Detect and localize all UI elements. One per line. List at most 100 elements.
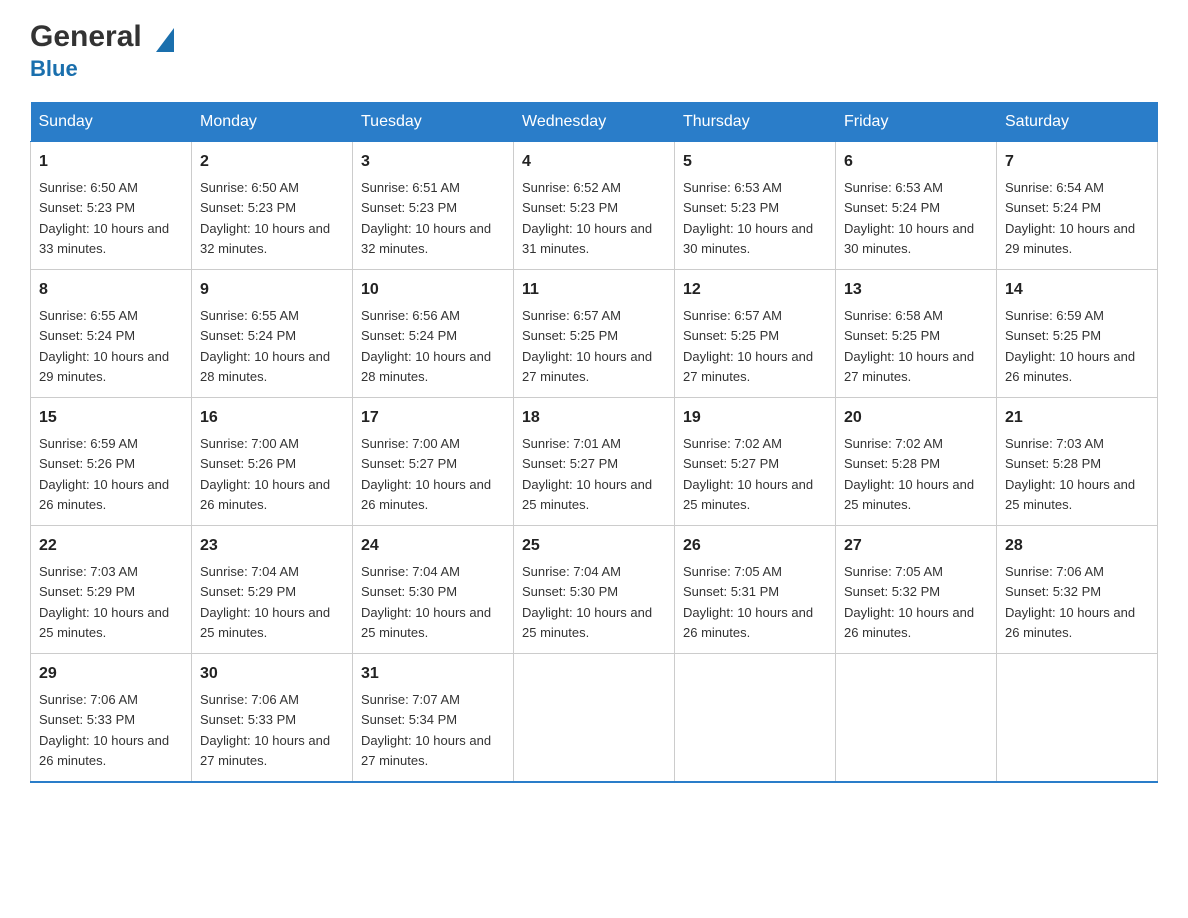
day-info: Sunrise: 7:04 AMSunset: 5:29 PMDaylight:… xyxy=(200,564,330,640)
day-header-tuesday: Tuesday xyxy=(353,103,514,142)
day-cell-5: 5 Sunrise: 6:53 AMSunset: 5:23 PMDayligh… xyxy=(675,142,836,270)
day-info: Sunrise: 6:51 AMSunset: 5:23 PMDaylight:… xyxy=(361,180,491,256)
day-number: 17 xyxy=(361,406,505,430)
day-number: 27 xyxy=(844,534,988,558)
day-info: Sunrise: 7:06 AMSunset: 5:33 PMDaylight:… xyxy=(39,692,169,768)
day-number: 29 xyxy=(39,662,183,686)
day-info: Sunrise: 7:04 AMSunset: 5:30 PMDaylight:… xyxy=(361,564,491,640)
day-info: Sunrise: 6:57 AMSunset: 5:25 PMDaylight:… xyxy=(683,308,813,384)
page-header: General Blue xyxy=(30,20,1158,82)
day-cell-31: 31 Sunrise: 7:07 AMSunset: 5:34 PMDaylig… xyxy=(353,654,514,783)
day-number: 3 xyxy=(361,150,505,174)
day-cell-20: 20 Sunrise: 7:02 AMSunset: 5:28 PMDaylig… xyxy=(836,398,997,526)
day-number: 11 xyxy=(522,278,666,302)
day-header-friday: Friday xyxy=(836,103,997,142)
day-info: Sunrise: 6:50 AMSunset: 5:23 PMDaylight:… xyxy=(39,180,169,256)
day-number: 24 xyxy=(361,534,505,558)
day-cell-19: 19 Sunrise: 7:02 AMSunset: 5:27 PMDaylig… xyxy=(675,398,836,526)
day-cell-13: 13 Sunrise: 6:58 AMSunset: 5:25 PMDaylig… xyxy=(836,270,997,398)
day-cell-29: 29 Sunrise: 7:06 AMSunset: 5:33 PMDaylig… xyxy=(31,654,192,783)
day-info: Sunrise: 6:55 AMSunset: 5:24 PMDaylight:… xyxy=(39,308,169,384)
logo: General Blue xyxy=(30,20,174,82)
day-cell-27: 27 Sunrise: 7:05 AMSunset: 5:32 PMDaylig… xyxy=(836,526,997,654)
day-header-thursday: Thursday xyxy=(675,103,836,142)
days-header-row: SundayMondayTuesdayWednesdayThursdayFrid… xyxy=(31,103,1158,142)
day-number: 15 xyxy=(39,406,183,430)
day-cell-8: 8 Sunrise: 6:55 AMSunset: 5:24 PMDayligh… xyxy=(31,270,192,398)
day-info: Sunrise: 6:50 AMSunset: 5:23 PMDaylight:… xyxy=(200,180,330,256)
day-cell-21: 21 Sunrise: 7:03 AMSunset: 5:28 PMDaylig… xyxy=(997,398,1158,526)
empty-cell xyxy=(836,654,997,783)
day-info: Sunrise: 6:55 AMSunset: 5:24 PMDaylight:… xyxy=(200,308,330,384)
day-number: 28 xyxy=(1005,534,1149,558)
day-info: Sunrise: 7:05 AMSunset: 5:31 PMDaylight:… xyxy=(683,564,813,640)
day-cell-17: 17 Sunrise: 7:00 AMSunset: 5:27 PMDaylig… xyxy=(353,398,514,526)
day-info: Sunrise: 6:53 AMSunset: 5:23 PMDaylight:… xyxy=(683,180,813,256)
day-cell-10: 10 Sunrise: 6:56 AMSunset: 5:24 PMDaylig… xyxy=(353,270,514,398)
day-cell-11: 11 Sunrise: 6:57 AMSunset: 5:25 PMDaylig… xyxy=(514,270,675,398)
day-info: Sunrise: 6:52 AMSunset: 5:23 PMDaylight:… xyxy=(522,180,652,256)
day-number: 16 xyxy=(200,406,344,430)
week-row-1: 1 Sunrise: 6:50 AMSunset: 5:23 PMDayligh… xyxy=(31,142,1158,270)
day-cell-6: 6 Sunrise: 6:53 AMSunset: 5:24 PMDayligh… xyxy=(836,142,997,270)
day-info: Sunrise: 6:59 AMSunset: 5:26 PMDaylight:… xyxy=(39,436,169,512)
day-number: 13 xyxy=(844,278,988,302)
day-cell-23: 23 Sunrise: 7:04 AMSunset: 5:29 PMDaylig… xyxy=(192,526,353,654)
day-number: 10 xyxy=(361,278,505,302)
day-info: Sunrise: 7:01 AMSunset: 5:27 PMDaylight:… xyxy=(522,436,652,512)
day-number: 23 xyxy=(200,534,344,558)
day-cell-3: 3 Sunrise: 6:51 AMSunset: 5:23 PMDayligh… xyxy=(353,142,514,270)
day-number: 31 xyxy=(361,662,505,686)
day-info: Sunrise: 6:58 AMSunset: 5:25 PMDaylight:… xyxy=(844,308,974,384)
day-info: Sunrise: 6:53 AMSunset: 5:24 PMDaylight:… xyxy=(844,180,974,256)
day-number: 19 xyxy=(683,406,827,430)
day-cell-12: 12 Sunrise: 6:57 AMSunset: 5:25 PMDaylig… xyxy=(675,270,836,398)
calendar-table: SundayMondayTuesdayWednesdayThursdayFrid… xyxy=(30,102,1158,783)
day-info: Sunrise: 6:59 AMSunset: 5:25 PMDaylight:… xyxy=(1005,308,1135,384)
empty-cell xyxy=(997,654,1158,783)
day-cell-25: 25 Sunrise: 7:04 AMSunset: 5:30 PMDaylig… xyxy=(514,526,675,654)
day-info: Sunrise: 7:05 AMSunset: 5:32 PMDaylight:… xyxy=(844,564,974,640)
day-number: 6 xyxy=(844,150,988,174)
day-cell-18: 18 Sunrise: 7:01 AMSunset: 5:27 PMDaylig… xyxy=(514,398,675,526)
day-info: Sunrise: 7:04 AMSunset: 5:30 PMDaylight:… xyxy=(522,564,652,640)
day-header-wednesday: Wednesday xyxy=(514,103,675,142)
day-info: Sunrise: 6:57 AMSunset: 5:25 PMDaylight:… xyxy=(522,308,652,384)
week-row-4: 22 Sunrise: 7:03 AMSunset: 5:29 PMDaylig… xyxy=(31,526,1158,654)
day-number: 21 xyxy=(1005,406,1149,430)
day-number: 14 xyxy=(1005,278,1149,302)
logo-blue-text: Blue xyxy=(30,56,78,82)
day-cell-28: 28 Sunrise: 7:06 AMSunset: 5:32 PMDaylig… xyxy=(997,526,1158,654)
day-info: Sunrise: 7:06 AMSunset: 5:33 PMDaylight:… xyxy=(200,692,330,768)
day-header-monday: Monday xyxy=(192,103,353,142)
day-cell-24: 24 Sunrise: 7:04 AMSunset: 5:30 PMDaylig… xyxy=(353,526,514,654)
day-number: 25 xyxy=(522,534,666,558)
day-number: 7 xyxy=(1005,150,1149,174)
empty-cell xyxy=(514,654,675,783)
day-cell-2: 2 Sunrise: 6:50 AMSunset: 5:23 PMDayligh… xyxy=(192,142,353,270)
day-info: Sunrise: 6:56 AMSunset: 5:24 PMDaylight:… xyxy=(361,308,491,384)
day-info: Sunrise: 7:07 AMSunset: 5:34 PMDaylight:… xyxy=(361,692,491,768)
week-row-3: 15 Sunrise: 6:59 AMSunset: 5:26 PMDaylig… xyxy=(31,398,1158,526)
logo-general-text: General xyxy=(30,20,174,54)
day-info: Sunrise: 7:03 AMSunset: 5:29 PMDaylight:… xyxy=(39,564,169,640)
day-number: 2 xyxy=(200,150,344,174)
week-row-2: 8 Sunrise: 6:55 AMSunset: 5:24 PMDayligh… xyxy=(31,270,1158,398)
day-cell-26: 26 Sunrise: 7:05 AMSunset: 5:31 PMDaylig… xyxy=(675,526,836,654)
day-header-sunday: Sunday xyxy=(31,103,192,142)
day-info: Sunrise: 6:54 AMSunset: 5:24 PMDaylight:… xyxy=(1005,180,1135,256)
day-number: 22 xyxy=(39,534,183,558)
day-number: 20 xyxy=(844,406,988,430)
day-cell-16: 16 Sunrise: 7:00 AMSunset: 5:26 PMDaylig… xyxy=(192,398,353,526)
day-cell-9: 9 Sunrise: 6:55 AMSunset: 5:24 PMDayligh… xyxy=(192,270,353,398)
day-number: 4 xyxy=(522,150,666,174)
day-info: Sunrise: 7:06 AMSunset: 5:32 PMDaylight:… xyxy=(1005,564,1135,640)
day-cell-14: 14 Sunrise: 6:59 AMSunset: 5:25 PMDaylig… xyxy=(997,270,1158,398)
week-row-5: 29 Sunrise: 7:06 AMSunset: 5:33 PMDaylig… xyxy=(31,654,1158,783)
day-number: 9 xyxy=(200,278,344,302)
day-info: Sunrise: 7:00 AMSunset: 5:27 PMDaylight:… xyxy=(361,436,491,512)
day-cell-15: 15 Sunrise: 6:59 AMSunset: 5:26 PMDaylig… xyxy=(31,398,192,526)
day-info: Sunrise: 7:00 AMSunset: 5:26 PMDaylight:… xyxy=(200,436,330,512)
day-number: 18 xyxy=(522,406,666,430)
empty-cell xyxy=(675,654,836,783)
